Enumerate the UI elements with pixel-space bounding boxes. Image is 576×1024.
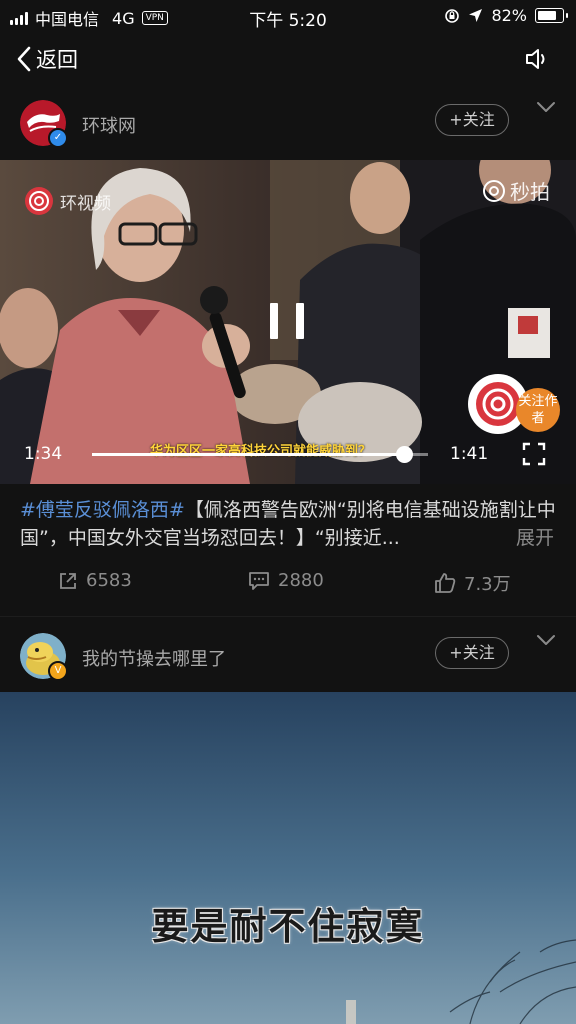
nav-bar: 返回	[0, 36, 576, 82]
location-icon	[469, 9, 483, 22]
progress-thumb[interactable]	[396, 446, 414, 463]
hashtag-link[interactable]: #傅莹反驳佩洛西#	[20, 499, 185, 521]
post-header: ✓ 环球网 +关注	[0, 100, 576, 160]
back-button[interactable]: 返回	[16, 44, 78, 74]
thumbs-up-icon	[435, 573, 456, 593]
follow-author-button[interactable]: 关注作者	[516, 388, 560, 432]
username[interactable]: 环球网	[82, 112, 136, 138]
video-watermark: 环视频	[24, 186, 111, 216]
miaopai-text: 秒拍	[510, 180, 550, 204]
share-icon	[60, 572, 76, 589]
verified-badge-icon: ✓	[48, 128, 68, 148]
back-label: 返回	[36, 48, 78, 72]
chevron-left-icon	[17, 46, 31, 72]
like-count: 7.3万	[464, 574, 511, 595]
progress-played	[92, 453, 405, 456]
video-overlay: 环视频 秒拍 关注作者 华为区区一家高科技公司就能威胁到？ 1:34 1:41	[0, 160, 576, 484]
post-caption: #傅莹反驳佩洛西#【佩洛西警告欧洲“别将电信基础设施割让中国”，中国女外交官当场…	[20, 496, 560, 552]
pause-button[interactable]	[270, 303, 304, 339]
follow-button[interactable]: +关注	[435, 104, 509, 136]
video-player[interactable]: 要是耐不住寂寞	[0, 692, 576, 1024]
battery-icon	[535, 8, 568, 23]
video-player[interactable]: 环视频 秒拍 关注作者 华为区区一家高科技公司就能威胁到？ 1:34 1:41	[0, 160, 576, 484]
video-frame	[0, 692, 576, 1024]
speaker-icon[interactable]	[524, 46, 550, 72]
battery-percent: 82%	[491, 6, 527, 25]
watermark-text: 环视频	[60, 193, 111, 214]
comment-count: 2880	[278, 570, 324, 591]
video-subtitle: 要是耐不住寂寞	[151, 905, 425, 948]
progress-bar[interactable]	[92, 446, 428, 463]
comment-icon	[249, 571, 269, 590]
comment-button[interactable]: 2880	[248, 570, 324, 591]
status-bar: 中国电信 4G VPN 下午 5:20 82%	[0, 0, 576, 32]
expand-button[interactable]: 展开	[507, 524, 554, 552]
chevron-down-icon[interactable]	[536, 100, 556, 114]
share-count: 6583	[86, 570, 132, 591]
post-actions: 6583 2880 7.3万	[0, 568, 576, 602]
camera-icon	[483, 179, 505, 202]
follow-button[interactable]: +关注	[435, 637, 509, 669]
fullscreen-icon[interactable]	[522, 442, 546, 466]
huanshipin-logo-icon	[25, 187, 53, 215]
share-button[interactable]: 6583	[58, 570, 132, 591]
orientation-lock-icon	[445, 8, 460, 23]
like-button[interactable]: 7.3万	[434, 570, 511, 596]
divider	[0, 616, 576, 617]
post-header: V 我的节操去哪里了 +关注	[0, 633, 576, 693]
current-time: 1:34	[24, 444, 63, 464]
verified-badge-icon: V	[48, 661, 68, 681]
video-subtitle: 华为区区一家高科技公司就能威胁到？	[150, 444, 372, 459]
miaopai-watermark: 秒拍	[482, 176, 550, 205]
chevron-down-icon[interactable]	[536, 633, 556, 647]
duration: 1:41	[450, 444, 489, 464]
username[interactable]: 我的节操去哪里了	[82, 645, 226, 671]
